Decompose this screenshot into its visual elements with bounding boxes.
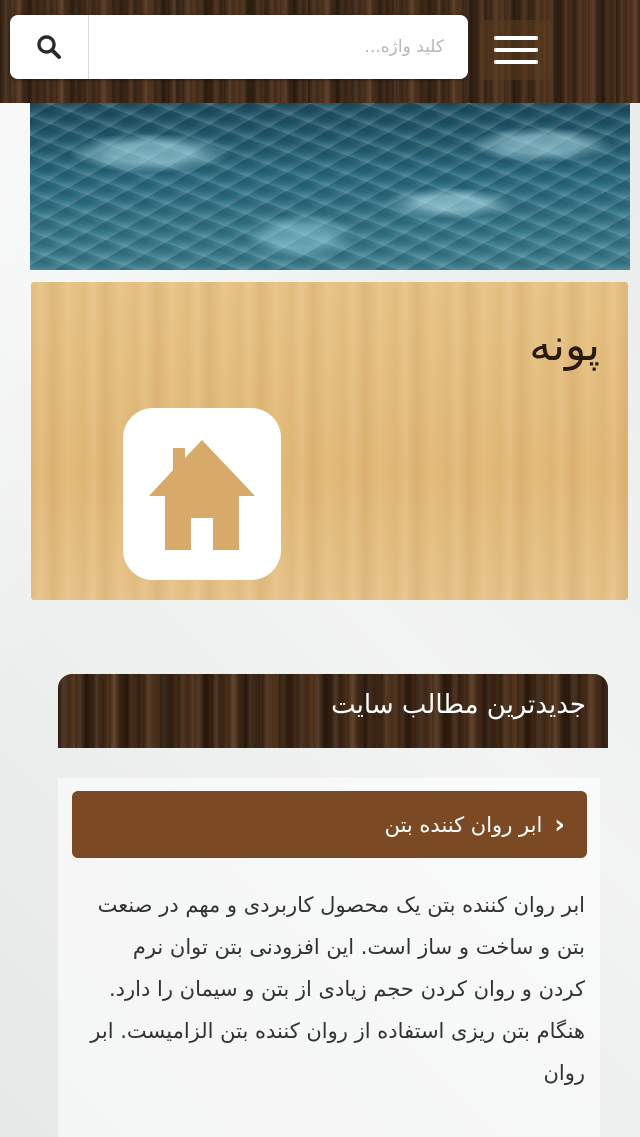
site-title[interactable]: پونه bbox=[529, 320, 600, 371]
search-box bbox=[10, 15, 468, 79]
search-input[interactable] bbox=[89, 15, 468, 79]
top-header bbox=[0, 0, 640, 103]
latest-posts-header: جدیدترین مطالب سایت bbox=[58, 674, 608, 748]
search-button[interactable] bbox=[10, 15, 89, 79]
post-excerpt: ابر روان کننده بتن یک محصول کاربردی و مه… bbox=[90, 893, 585, 1085]
hamburger-menu-icon bbox=[494, 36, 538, 40]
chevron-right-icon: › bbox=[554, 809, 565, 840]
water-banner-image bbox=[30, 103, 630, 270]
search-icon bbox=[37, 35, 61, 59]
menu-button[interactable] bbox=[480, 20, 552, 80]
post-title-bar[interactable]: ابر روان کننده بتن › bbox=[72, 791, 587, 858]
home-icon[interactable] bbox=[123, 408, 281, 580]
post-title[interactable]: ابر روان کننده بتن bbox=[385, 813, 543, 837]
site-logo-card[interactable]: پونه bbox=[31, 282, 628, 600]
latest-posts-title: جدیدترین مطالب سایت bbox=[331, 690, 586, 720]
